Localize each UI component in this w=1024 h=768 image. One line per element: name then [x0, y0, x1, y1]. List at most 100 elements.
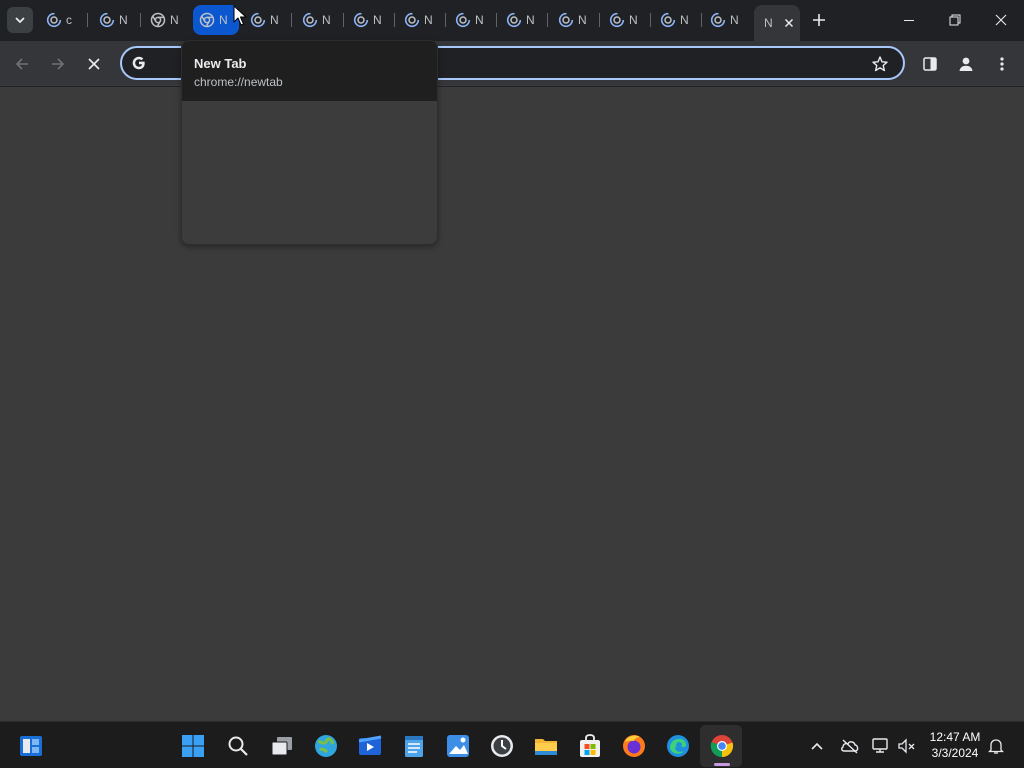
mouse-cursor-icon	[233, 5, 247, 27]
taskbar-app-firefox[interactable]	[621, 733, 647, 759]
loading-spinner-icon	[46, 12, 62, 28]
clock-icon	[491, 735, 513, 757]
kebab-menu-icon	[1000, 57, 1004, 71]
tab-title: N	[730, 13, 738, 27]
tab[interactable]: N	[654, 5, 702, 35]
tab[interactable]: N	[296, 5, 344, 35]
folder-icon	[535, 739, 557, 755]
photos-icon	[447, 735, 469, 757]
taskbar-app-photos[interactable]	[445, 733, 471, 759]
page-content	[0, 87, 1024, 721]
chrome-favicon-icon	[150, 12, 166, 28]
tab-active[interactable]: N	[754, 5, 800, 41]
bookmark-star-button[interactable]	[871, 55, 889, 73]
tab-title: c	[66, 13, 72, 27]
chrome-icon	[710, 735, 734, 758]
tab-title: N	[629, 13, 637, 27]
forward-button[interactable]	[46, 52, 70, 76]
tab-title: N	[373, 13, 381, 27]
tab-title: N	[270, 13, 278, 27]
tab[interactable]: N	[449, 5, 497, 35]
taskbar-app-store[interactable]	[577, 733, 603, 759]
tab[interactable]: N	[398, 5, 446, 35]
tab-title: N	[764, 16, 772, 30]
widgets-button[interactable]	[18, 733, 44, 759]
notifications-button[interactable]	[986, 736, 1006, 756]
tab-title: N	[680, 13, 688, 27]
google-g-icon	[130, 54, 148, 72]
tab-title: N	[424, 13, 432, 27]
tab[interactable]: N	[244, 5, 292, 35]
network-tray-button[interactable]	[871, 736, 891, 756]
system-clock[interactable]: 12:47 AM 3/3/2024	[922, 729, 988, 761]
plus-icon	[813, 14, 825, 26]
close-tab-icon[interactable]	[782, 16, 796, 30]
tab-search-button[interactable]	[7, 7, 33, 33]
side-panel-button[interactable]	[918, 52, 942, 76]
tab[interactable]: N	[144, 5, 190, 35]
loading-spinner-icon	[609, 12, 625, 28]
search-icon	[228, 736, 248, 756]
volume-tray-button[interactable]	[897, 736, 917, 756]
tab-title: N	[526, 13, 534, 27]
tab-title: N	[219, 13, 227, 27]
browser-toolbar	[0, 41, 1024, 86]
chevron-down-icon	[15, 17, 25, 24]
loading-spinner-icon	[455, 12, 471, 28]
taskbar-app-chrome[interactable]	[709, 733, 735, 759]
taskbar-app-maps[interactable]	[313, 733, 339, 759]
taskbar-app-notepad[interactable]	[401, 733, 427, 759]
restore-icon	[949, 14, 961, 26]
windows-logo-icon	[182, 735, 204, 757]
arrow-left-icon	[15, 58, 28, 70]
close-icon	[88, 58, 100, 70]
loading-spinner-icon	[302, 12, 318, 28]
loading-spinner-icon	[506, 12, 522, 28]
tab-title: N	[578, 13, 586, 27]
restore-button[interactable]	[932, 0, 978, 40]
taskbar-app-movies[interactable]	[357, 733, 383, 759]
new-tab-button[interactable]	[808, 9, 830, 31]
tab-hover-card: New Tab chrome://newtab	[181, 40, 438, 245]
tab-title: N	[475, 13, 483, 27]
running-indicator	[714, 763, 730, 766]
loading-spinner-icon	[353, 12, 369, 28]
task-view-button[interactable]	[269, 733, 295, 759]
taskbar-app-file-explorer[interactable]	[533, 733, 559, 759]
person-icon	[959, 57, 973, 71]
start-button[interactable]	[180, 733, 206, 759]
firefox-icon	[623, 735, 645, 757]
tab[interactable]: N	[603, 5, 651, 35]
loading-spinner-icon	[404, 12, 420, 28]
close-window-button[interactable]	[978, 0, 1024, 40]
show-hidden-icons-button[interactable]	[807, 736, 827, 756]
menu-button[interactable]	[990, 52, 1014, 76]
chrome-favicon-icon	[199, 12, 215, 28]
hover-card-title: New Tab	[194, 56, 247, 71]
edge-icon	[667, 735, 689, 757]
tab[interactable]: N	[552, 5, 600, 35]
tab-strip: cNNNNNNNNNNNNNN	[0, 0, 1024, 41]
tab-title: N	[170, 13, 178, 27]
widgets-icon	[20, 736, 42, 756]
taskbar-app-clock[interactable]	[489, 733, 515, 759]
back-button[interactable]	[10, 52, 34, 76]
loading-spinner-icon	[250, 12, 266, 28]
tab[interactable]: N	[500, 5, 548, 35]
notepad-icon	[405, 736, 423, 757]
tab[interactable]: N	[704, 5, 752, 35]
arrow-right-icon	[52, 58, 65, 70]
stop-loading-button[interactable]	[82, 52, 106, 76]
tab[interactable]: N	[93, 5, 141, 35]
loading-spinner-icon	[660, 12, 676, 28]
tab[interactable]: N	[347, 5, 395, 35]
close-icon	[995, 14, 1007, 26]
search-button[interactable]	[225, 733, 251, 759]
minimize-button[interactable]	[886, 0, 932, 40]
profile-button[interactable]	[954, 52, 978, 76]
tab[interactable]: c	[40, 5, 88, 35]
network-icon	[872, 738, 888, 753]
onedrive-tray-button[interactable]	[840, 736, 860, 756]
bell-icon	[988, 739, 1004, 754]
taskbar-app-edge[interactable]	[665, 733, 691, 759]
